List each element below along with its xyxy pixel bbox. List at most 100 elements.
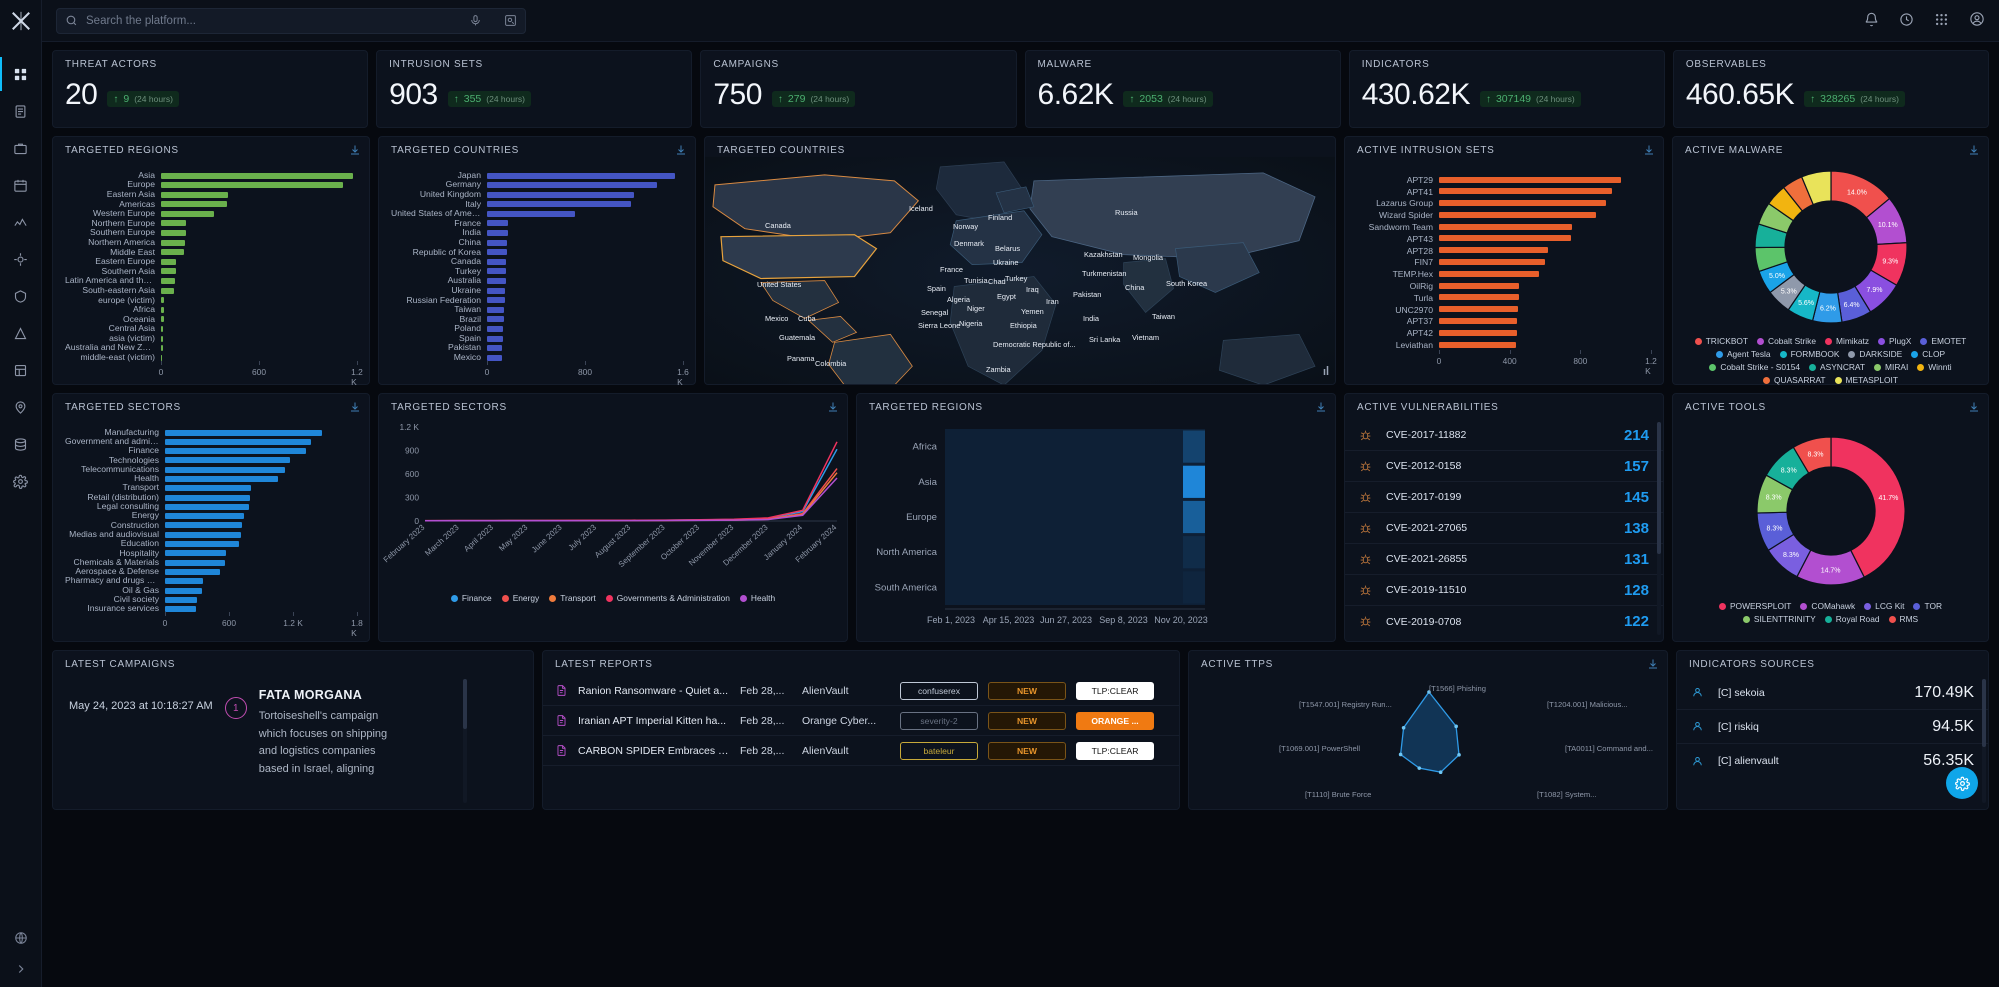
bar-row[interactable]: Construction <box>65 520 357 530</box>
stat-card-campaigns[interactable]: Campaigns 750 ↑ 279 (24 hours) <box>700 50 1017 128</box>
vertical-scrollbar[interactable] <box>1657 422 1661 635</box>
bar-row[interactable]: Oceania <box>65 314 357 324</box>
line-series[interactable] <box>424 448 838 522</box>
heatmap-cell[interactable] <box>1183 536 1205 569</box>
bar-row[interactable]: asia (victim) <box>65 333 357 343</box>
report-tlp-chip[interactable]: ORANGE ... <box>1076 711 1154 730</box>
bar-row[interactable]: Republic of Korea <box>391 247 683 257</box>
bar-row[interactable]: Canada <box>391 256 683 266</box>
legend-item[interactable]: COMahawk <box>1800 601 1855 611</box>
bar-row[interactable]: Pharmacy and drugs manu... <box>65 575 357 585</box>
bar-row[interactable]: Health <box>65 473 357 483</box>
bar-row[interactable]: India <box>391 227 683 237</box>
line-series[interactable] <box>424 441 838 522</box>
vulnerability-row[interactable]: CVE-2021-26855 131 <box>1345 544 1663 575</box>
bar-row[interactable]: Ukraine <box>391 285 683 295</box>
report-row[interactable]: Iranian APT Imperial Kitten ha... Feb 28,… <box>543 706 1179 736</box>
stat-card-threat-actors[interactable]: Threat Actors 20 ↑ 9 (24 hours) <box>52 50 369 128</box>
bar-row[interactable]: Legal consulting <box>65 501 357 511</box>
bar-row[interactable]: Civil society <box>65 594 357 604</box>
bar-row[interactable]: Transport <box>65 482 357 492</box>
indicator-source-row[interactable]: [C] riskiq 94.5K <box>1677 710 1988 744</box>
legend-item[interactable]: RMS <box>1888 614 1918 624</box>
bar-row[interactable]: middle-east (victim) <box>65 352 357 362</box>
legend-item[interactable]: MIRAI <box>1874 362 1908 372</box>
bar-row[interactable]: Leviathan <box>1357 339 1651 351</box>
chart-ttps-radar[interactable]: [T1566] Phishing [T1204.001] Malicious...… <box>1189 670 1667 806</box>
bar-row[interactable]: Australia and New Zeal... <box>65 342 357 352</box>
bar-row[interactable]: Europe <box>65 179 357 189</box>
bar-row[interactable]: TEMP.Hex <box>1357 268 1651 280</box>
sidebar-item-techniques[interactable] <box>0 319 42 347</box>
legend-item[interactable]: LCG Kit <box>1864 601 1904 611</box>
indicator-source-row[interactable]: [C] sekoia 170.49K <box>1677 676 1988 710</box>
bar-row[interactable]: Southern Europe <box>65 227 357 237</box>
bar-row[interactable]: Medias and audiovisual <box>65 529 357 539</box>
legend-item[interactable]: Cobalt Strike <box>1757 336 1816 346</box>
sidebar-item-data[interactable] <box>0 430 42 458</box>
bar-row[interactable]: France <box>391 218 683 228</box>
bar-row[interactable]: China <box>391 237 683 247</box>
legend-item[interactable]: EMOTET <box>1920 336 1966 346</box>
bar-row[interactable]: europe (victim) <box>65 295 357 305</box>
bar-row[interactable]: Manufacturing <box>65 427 357 437</box>
app-logo[interactable] <box>0 0 42 42</box>
bar-row[interactable]: United States of America <box>391 208 683 218</box>
legend-item[interactable]: POWERSPLOIT <box>1718 601 1791 611</box>
bar-row[interactable]: Northern America <box>65 237 357 247</box>
line-series[interactable] <box>425 477 838 522</box>
legend-item[interactable]: Winnti <box>1917 362 1952 372</box>
stat-card-indicators[interactable]: Indicators 430.62K ↑ 307149 (24 hours) <box>1348 50 1665 128</box>
vertical-scrollbar[interactable] <box>463 679 467 803</box>
line-series[interactable] <box>424 472 838 522</box>
vulnerability-row[interactable]: CVE-2021-27065 138 <box>1345 513 1663 544</box>
legend-item[interactable]: Agent Tesla <box>1715 349 1771 359</box>
vulnerability-row[interactable]: CVE-2012-0158 157 <box>1345 451 1663 482</box>
bar-row[interactable]: Africa <box>65 304 357 314</box>
bar-row[interactable]: Poland <box>391 323 683 333</box>
stat-card-intrusion-sets[interactable]: Intrusion Sets 903 ↑ 355 (24 hours) <box>376 50 693 128</box>
vulnerability-row[interactable]: CVE-2017-0199 145 <box>1345 482 1663 513</box>
chart-active-malware-donut[interactable]: 14.0% 10.1% 9.3% 7.9% 6.4% 6.2% 5.6% 5.3% 5.0% <box>1673 156 1988 332</box>
sidebar-item-events[interactable] <box>0 171 42 199</box>
bar-row[interactable]: OilRig <box>1357 280 1651 292</box>
stat-card-observables[interactable]: Observables 460.65K ↑ 328265 (24 hours) <box>1672 50 1990 128</box>
bar-row[interactable]: Brazil <box>391 314 683 324</box>
legend-item[interactable]: TOR <box>1913 601 1942 611</box>
legend-item[interactable]: Finance <box>450 593 492 603</box>
bar-row[interactable]: Insurance services <box>65 603 357 613</box>
expand-sidebar-icon[interactable] <box>14 962 28 979</box>
legend-item[interactable]: Cobalt Strike - S0154 <box>1709 362 1800 372</box>
report-label-chip[interactable]: bateleur <box>900 741 978 760</box>
legend-item[interactable]: ASYNCRAT <box>1809 362 1865 372</box>
settings-fab-button[interactable] <box>1946 767 1978 799</box>
report-status-chip[interactable]: NEW <box>988 681 1066 700</box>
bar-row[interactable]: Oil & Gas <box>65 585 357 595</box>
legend-item[interactable]: PlugX <box>1878 336 1911 346</box>
bar-row[interactable]: Government and administ... <box>65 436 357 446</box>
stat-card-malware[interactable]: Malware 6.62K ↑ 2053 (24 hours) <box>1024 50 1341 128</box>
report-status-chip[interactable]: NEW <box>988 741 1066 760</box>
bar-row[interactable]: Wizard Spider <box>1357 209 1651 221</box>
vulnerability-row[interactable]: CVE-2017-11882 214 <box>1345 420 1663 451</box>
legend-item[interactable]: QUASARRAT <box>1763 375 1826 385</box>
bar-row[interactable]: United Kingdom <box>391 189 683 199</box>
report-label-chip[interactable]: severity-2 <box>900 711 978 730</box>
bar-row[interactable]: Americas <box>65 199 357 209</box>
bar-row[interactable]: Middle East <box>65 247 357 257</box>
report-tlp-chip[interactable]: TLP:CLEAR <box>1076 741 1154 760</box>
sidebar-item-settings[interactable] <box>0 467 42 495</box>
bar-row[interactable]: APT43 <box>1357 233 1651 245</box>
bar-row[interactable]: Russian Federation <box>391 295 683 305</box>
report-label-chip[interactable]: confuserex <box>900 681 978 700</box>
bar-row[interactable]: Telecommunications <box>65 464 357 474</box>
legend-item[interactable]: FORMBOOK <box>1779 349 1839 359</box>
bar-row[interactable]: Turkey <box>391 266 683 276</box>
radar-polygon[interactable] <box>1399 690 1460 773</box>
legend-item[interactable]: Governments & Administration <box>605 593 730 603</box>
account-icon[interactable] <box>1969 11 1985 30</box>
bar-row[interactable]: Retail (distribution) <box>65 492 357 502</box>
bar-row[interactable]: APT41 <box>1357 186 1651 198</box>
bar-row[interactable]: Mexico <box>391 352 683 362</box>
report-row[interactable]: Ranion Ransomware - Quiet a... Feb 28,...… <box>543 676 1179 706</box>
